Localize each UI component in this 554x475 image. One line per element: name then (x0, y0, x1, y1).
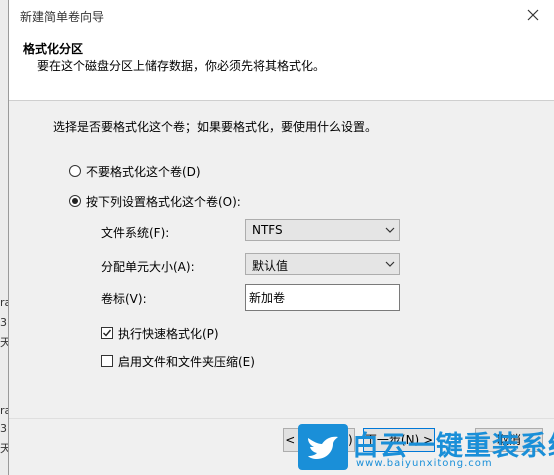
compression-checkbox-row[interactable]: 启用文件和文件夹压缩(E) (101, 353, 255, 369)
background-window-strip: ra 3 天 ra 3 天 (0, 0, 8, 475)
file-system-value: NTFS (252, 223, 283, 237)
background-text: 3 (0, 422, 7, 435)
allocation-unit-value: 默认值 (252, 259, 289, 273)
file-system-select[interactable]: NTFS (245, 219, 400, 241)
background-text: 3 (0, 316, 7, 329)
file-system-label: 文件系统(F): (101, 226, 170, 240)
radio-button-selected[interactable] (69, 195, 81, 207)
volume-label-label: 卷标(V): (101, 292, 147, 306)
volume-label-value: 新加卷 (249, 291, 286, 305)
radio-no-format[interactable]: 不要格式化这个卷(D) (69, 163, 201, 179)
window-title: 新建简单卷向导 (20, 10, 105, 24)
allocation-unit-select[interactable]: 默认值 (245, 253, 400, 275)
chevron-down-icon (385, 261, 395, 267)
background-text: ra (0, 404, 8, 417)
radio-format-label: 按下列设置格式化这个卷(O): (86, 194, 241, 209)
compression-checkbox[interactable] (101, 355, 113, 367)
checkmark-icon (103, 329, 112, 337)
page-title: 格式化分区 (23, 42, 84, 56)
background-text: ra (0, 296, 8, 309)
watermark-url: www.baiyunxitong.com (356, 458, 493, 469)
quick-format-label: 执行快速格式化(P) (118, 326, 219, 341)
new-simple-volume-wizard: 新建简单卷向导 格式化分区 要在这个磁盘分区上储存数据，你必须先将其格式化。 选… (8, 0, 554, 475)
radio-button[interactable] (69, 165, 81, 177)
background-text: 天 (0, 442, 8, 455)
chevron-down-icon (385, 227, 395, 233)
background-text: 天 (0, 336, 8, 349)
volume-label-input[interactable]: 新加卷 (245, 284, 400, 311)
title-bar[interactable]: 新建简单卷向导 (9, 0, 554, 30)
wizard-header: 格式化分区 要在这个磁盘分区上储存数据，你必须先将其格式化。 (9, 30, 554, 101)
bird-icon (308, 436, 338, 459)
watermark-logo (298, 424, 348, 470)
close-button[interactable] (523, 5, 543, 25)
quick-format-checkbox[interactable] (101, 327, 113, 339)
page-subtitle: 要在这个磁盘分区上储存数据，你必须先将其格式化。 (37, 59, 326, 73)
footer-divider (9, 418, 554, 419)
radio-no-format-label: 不要格式化这个卷(D) (86, 164, 201, 179)
close-icon (527, 9, 539, 21)
allocation-unit-label: 分配单元大小(A): (101, 260, 195, 274)
quick-format-checkbox-row[interactable]: 执行快速格式化(P) (101, 325, 219, 341)
instruction-text: 选择是否要格式化这个卷；如果要格式化，要使用什么设置。 (53, 120, 378, 134)
radio-format[interactable]: 按下列设置格式化这个卷(O): (69, 193, 241, 209)
compression-label: 启用文件和文件夹压缩(E) (118, 354, 255, 369)
